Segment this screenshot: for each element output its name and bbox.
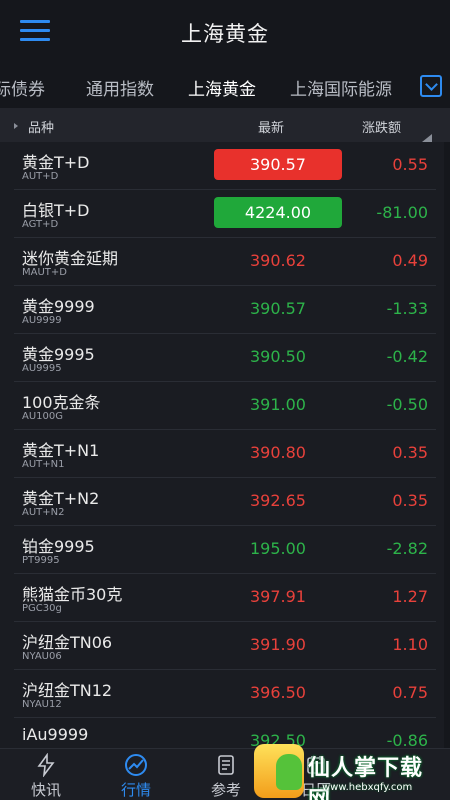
latest-price: 391.90 <box>250 635 306 654</box>
instrument-name: 沪纽金TN12 <box>22 681 113 700</box>
price-change: -1.33 <box>386 299 428 318</box>
quote-row[interactable]: 黄金T+N2 AUT+N2 392.65 0.35 <box>14 478 436 526</box>
latest-price: 391.00 <box>250 395 306 414</box>
lightning-icon <box>37 753 55 777</box>
col-change[interactable]: 涨跌额 <box>362 117 401 136</box>
instrument-name: 迷你黄金延期 <box>22 249 119 268</box>
document-icon <box>218 755 234 775</box>
quote-row[interactable]: 黄金T+D AUT+D 390.57 0.55 <box>14 142 436 190</box>
quote-row[interactable]: 铂金9995 PT9995 195.00 -2.82 <box>14 526 436 574</box>
tab-shanghai-energy[interactable]: 上海国际能源 <box>290 75 392 100</box>
instrument-code: AU9995 <box>22 363 62 374</box>
price-change: -81.00 <box>376 203 428 222</box>
price-change: 1.10 <box>392 635 428 654</box>
sort-corner-icon[interactable] <box>422 134 432 142</box>
quote-row[interactable]: 沪纽金TN12 NYAU12 396.50 0.75 <box>14 670 436 718</box>
latest-price: 390.57 <box>250 299 306 318</box>
nav-reference-label: 参考 <box>210 781 241 799</box>
instrument-code: PT9995 <box>22 555 60 566</box>
quote-row[interactable]: 黄金9995 AU9995 390.50 -0.42 <box>14 334 436 382</box>
watermark-url: www.hebxqfy.com <box>322 782 413 793</box>
nav-news[interactable]: 快讯 <box>6 753 86 800</box>
price-change: 1.27 <box>392 587 428 606</box>
quote-row[interactable]: 熊猫金币30克 PGC30g 397.91 1.27 <box>14 574 436 622</box>
nav-quotes[interactable]: 行情 <box>96 753 176 800</box>
column-header: 品种 最新 涨跌额 <box>0 108 450 142</box>
instrument-name: 黄金T+D <box>22 153 90 172</box>
latest-price: 390.57 <box>214 149 342 180</box>
latest-price: 195.00 <box>250 539 306 558</box>
price-change: -0.50 <box>386 395 428 414</box>
quote-row[interactable]: 黄金9999 AU9999 390.57 -1.33 <box>14 286 436 334</box>
price-change: 0.55 <box>392 155 428 174</box>
tab-more-icon[interactable] <box>420 75 442 97</box>
watermark-logo <box>254 744 304 798</box>
instrument-code: AUT+D <box>22 171 59 182</box>
instrument-name: 黄金9995 <box>22 345 95 364</box>
instrument-code: AGT+D <box>22 219 59 230</box>
instrument-code: PGC30g <box>22 603 62 614</box>
instrument-name: 铂金9995 <box>22 537 95 556</box>
price-change: 0.35 <box>392 491 428 510</box>
instrument-code: NYAU12 <box>22 699 62 710</box>
instrument-code: AU9999 <box>22 315 62 326</box>
sort-arrow-icon[interactable] <box>14 123 18 129</box>
tab-bonds[interactable]: 际债券 <box>0 75 45 100</box>
instrument-name: 沪纽金TN06 <box>22 633 113 652</box>
page-title: 上海黄金 <box>181 22 269 46</box>
tab-general-index[interactable]: 通用指数 <box>86 75 154 100</box>
instrument-name: 黄金T+N2 <box>22 489 100 508</box>
latest-price: 397.91 <box>250 587 306 606</box>
latest-price: 390.62 <box>250 251 306 270</box>
instrument-name: 100克金条 <box>22 393 101 412</box>
quote-row[interactable]: 沪纽金TN06 NYAU06 391.90 1.10 <box>14 622 436 670</box>
instrument-code: NYAU06 <box>22 651 62 662</box>
market-tabs: 际债券 通用指数 上海黄金 上海国际能源 <box>0 66 450 108</box>
instrument-code: AUT+N1 <box>22 459 65 470</box>
quote-row[interactable]: 黄金T+N1 AUT+N1 390.80 0.35 <box>14 430 436 478</box>
instrument-name: iAu9999 <box>22 725 89 744</box>
quote-row[interactable]: 白银T+D AGT+D 4224.00 -81.00 <box>14 190 436 238</box>
chart-trend-icon <box>125 754 147 776</box>
instrument-name: 黄金9999 <box>22 297 95 316</box>
nav-quotes-label: 行情 <box>120 781 151 799</box>
nav-news-label: 快讯 <box>30 781 61 799</box>
price-change: 0.49 <box>392 251 428 270</box>
instrument-name: 熊猫金币30克 <box>22 585 123 604</box>
price-change: 0.35 <box>392 443 428 462</box>
quote-list: 黄金T+D AUT+D 390.57 0.55 白银T+D AGT+D 4224.00 -81… <box>0 142 450 748</box>
price-change: -0.42 <box>386 347 428 366</box>
scrollbar-track[interactable] <box>444 142 450 748</box>
instrument-name: 黄金T+N1 <box>22 441 100 460</box>
instrument-code: AUT+N2 <box>22 507 65 518</box>
col-latest[interactable]: 最新 <box>258 117 284 136</box>
tab-shanghai-gold[interactable]: 上海黄金 <box>188 75 256 100</box>
latest-price: 4224.00 <box>214 197 342 228</box>
quote-row[interactable]: 迷你黄金延期 MAUT+D 390.62 0.49 <box>14 238 436 286</box>
app-header: 上海黄金 <box>0 0 450 66</box>
quote-row[interactable]: 100克金条 AU100G 391.00 -0.50 <box>14 382 436 430</box>
latest-price: 390.50 <box>250 347 306 366</box>
cactus-icon <box>276 754 302 790</box>
instrument-code: MAUT+D <box>22 267 67 278</box>
instrument-code: AU100G <box>22 411 63 422</box>
instrument-name: 白银T+D <box>22 201 90 220</box>
price-change: -2.82 <box>386 539 428 558</box>
latest-price: 390.80 <box>250 443 306 462</box>
col-name: 品种 <box>28 121 55 136</box>
latest-price: 392.65 <box>250 491 306 510</box>
price-change: 0.75 <box>392 683 428 702</box>
watermark: 仙人掌下载网 www.hebxqfy.com <box>244 742 444 800</box>
latest-price: 396.50 <box>250 683 306 702</box>
